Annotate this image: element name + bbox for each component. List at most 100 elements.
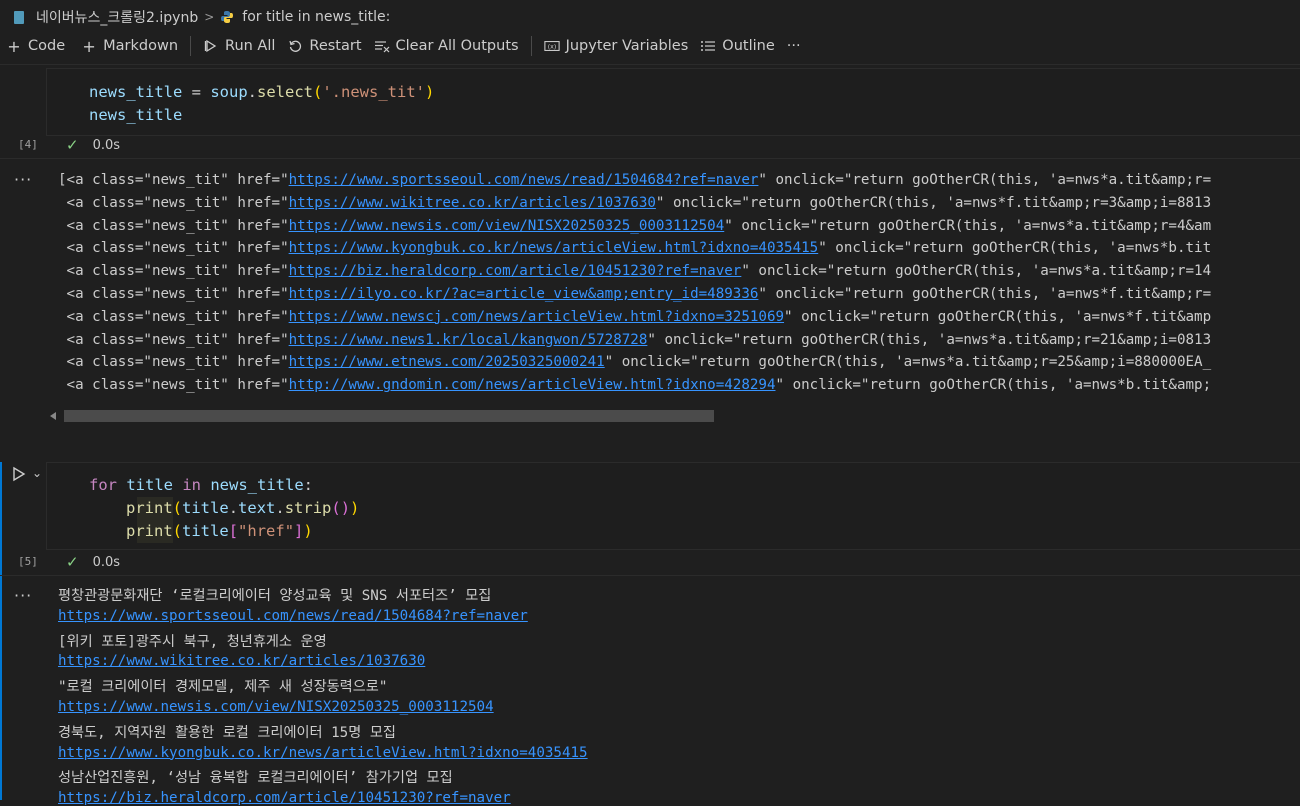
plus-icon: + <box>7 36 21 56</box>
more-actions-button[interactable]: ··· <box>781 34 807 58</box>
output-actions-button[interactable]: ··· <box>14 170 32 189</box>
run-cell-button[interactable] <box>11 466 27 482</box>
cell-status: ✓ 0.0s <box>66 136 120 154</box>
output-link[interactable]: https://www.kyongbuk.co.kr/news/articleV… <box>58 745 588 761</box>
output-link[interactable]: https://www.wikitree.co.kr/articles/1037… <box>58 653 425 669</box>
code-line: print(title.text.strip()) <box>126 499 359 517</box>
clear-all-icon <box>374 41 389 53</box>
breadcrumb-file[interactable]: 네이버뉴스_크롤링2.ipynb <box>36 7 198 27</box>
horizontal-scrollbar[interactable] <box>64 410 714 422</box>
code-cell-editor[interactable]: for title in news_title: print(title.tex… <box>46 462 1300 550</box>
code-token: strip <box>284 499 332 517</box>
code-token: ( <box>172 499 183 517</box>
output-link[interactable]: https://www.newsis.com/view/NISX20250325… <box>58 699 494 715</box>
success-check-icon: ✓ <box>66 553 79 571</box>
execution-count: [4] <box>18 138 38 151</box>
focused-cell-indicator <box>0 462 2 800</box>
code-token: = <box>182 83 211 101</box>
execution-count: [5] <box>18 555 38 568</box>
code-token: . <box>275 499 285 517</box>
output-line: <a class="news_tit" href="https://ilyo.c… <box>58 286 1212 302</box>
code-cell-editor[interactable]: news_title = soup.select('.news_tit') ne… <box>46 68 1300 136</box>
output-link[interactable]: https://biz.heraldcorp.com/article/10451… <box>58 790 511 806</box>
output-link[interactable]: https://www.news1.kr/local/kangwon/57287… <box>289 332 648 348</box>
chevron-down-icon[interactable]: ⌄ <box>32 466 42 480</box>
svg-text:(x): (x) <box>547 44 556 51</box>
output-link[interactable]: https://ilyo.co.kr/?ac=article_view&amp;… <box>289 286 759 302</box>
code-token: in <box>182 476 201 494</box>
toolbar-divider <box>190 36 192 56</box>
success-check-icon: ✓ <box>66 136 79 154</box>
output-line: <a class="news_tit" href="https://www.ne… <box>58 331 1212 348</box>
output-text: " onclick="return goOtherCR(this, 'a=nws… <box>724 217 1212 234</box>
add-markdown-label: Markdown <box>103 38 179 54</box>
output-text: <a class="news_tit" href=" <box>58 194 289 211</box>
output-link[interactable]: https://www.newsis.com/view/NISX20250325… <box>289 218 725 234</box>
output-line: <a class="news_tit" href="https://www.ne… <box>58 308 1212 325</box>
breadcrumb-cell[interactable]: for title in news_title: <box>242 9 390 25</box>
code-token: news_title <box>89 106 183 124</box>
output-line: <a class="news_tit" href="https://www.ne… <box>58 217 1212 234</box>
output-text: 평창관광문화재단 ‘로컬크리에이터 양성교육 및 SNS 서포터즈’ 모집 <box>58 588 492 604</box>
output-text: [<a class="news_tit" href=" <box>58 172 289 188</box>
code-token: "href" <box>238 522 295 540</box>
output-link[interactable]: https://www.sportsseoul.com/news/read/15… <box>58 608 528 624</box>
toolbar-border <box>0 64 1300 65</box>
output-link[interactable]: https://www.newscj.com/news/articleView.… <box>289 309 784 325</box>
more-icon: ··· <box>786 38 801 54</box>
output-text: <a class="news_tit" href=" <box>58 331 289 348</box>
outline-button[interactable]: Outline <box>694 34 780 58</box>
cell-status: ✓ 0.0s <box>66 553 120 571</box>
output-actions-button[interactable]: ··· <box>14 586 32 605</box>
output-text: " onclick="return goOtherCR(this, 'a=nws… <box>784 308 1212 325</box>
breadcrumb: 네이버뉴스_크롤링2.ipynb > for title in news_tit… <box>0 0 1300 34</box>
toolbar-divider <box>530 36 532 56</box>
code-token: title <box>182 499 229 517</box>
notebook-file-icon <box>14 10 24 24</box>
output-line: <a class="news_tit" href="https://www.ky… <box>58 240 1212 257</box>
code-token: print <box>126 499 173 517</box>
code-token: ( <box>172 522 183 540</box>
output-line: <a class="news_tit" href="https://www.et… <box>58 354 1212 371</box>
code-token: '.news_tit' <box>322 83 425 101</box>
code-token: () <box>331 499 351 517</box>
output-link[interactable]: https://biz.heraldcorp.com/article/10451… <box>289 263 742 279</box>
code-token: [ <box>228 522 239 540</box>
output-text: " onclick="return goOtherCR(this, 'a=nws… <box>604 354 1212 371</box>
code-line: print(title["href"]) <box>126 522 313 540</box>
notebook-toolbar: + Code + Markdown Run All Restart Clear … <box>0 34 1300 58</box>
output-text: " onclick="return goOtherCR(this, 'a=nws… <box>818 240 1212 257</box>
output-text: " onclick="return goOtherCR(this, 'a=nws… <box>741 263 1212 280</box>
output-line: [<a class="news_tit" href="https://www.s… <box>58 172 1211 188</box>
output-text: " onclick="return goOtherCR(this, 'a=nws… <box>758 286 1212 302</box>
output-link[interactable]: https://www.sportsseoul.com/news/read/15… <box>289 172 759 188</box>
code-token: . <box>228 499 239 517</box>
run-all-label: Run All <box>225 38 276 54</box>
clear-outputs-button[interactable]: Clear All Outputs <box>368 34 525 58</box>
code-token: news_title <box>201 476 304 494</box>
breadcrumb-separator: > <box>204 10 215 24</box>
scroll-left-arrow[interactable] <box>50 412 56 420</box>
output-text: " onclick="return goOtherCR(this, 'a=nws… <box>655 194 1212 211</box>
code-token: ) <box>425 83 435 101</box>
restart-button[interactable]: Restart <box>281 34 367 58</box>
output-text: <a class="news_tit" href=" <box>58 377 289 394</box>
execution-time: 0.0s <box>92 554 121 570</box>
output-link[interactable]: http://www.gndomin.com/news/articleView.… <box>289 377 776 393</box>
output-line: <a class="news_tit" href="http://www.gnd… <box>58 377 1212 394</box>
add-code-button[interactable]: + Code <box>0 34 71 58</box>
jupyter-variables-button[interactable]: (x) Jupyter Variables <box>538 34 695 58</box>
code-line: for title in news_title: <box>89 476 313 494</box>
output-link[interactable]: https://www.wikitree.co.kr/articles/1037… <box>289 195 656 211</box>
outline-icon <box>701 41 716 51</box>
add-markdown-button[interactable]: + Markdown <box>75 34 184 58</box>
code-line: news_title <box>89 106 182 124</box>
run-all-icon <box>204 39 217 53</box>
run-all-button[interactable]: Run All <box>197 34 281 58</box>
code-token: : <box>303 476 313 494</box>
output-link[interactable]: https://www.kyongbuk.co.kr/news/articleV… <box>289 240 819 256</box>
code-line: news_title = soup.select('.news_tit') <box>89 83 434 101</box>
output-text: 경북도, 지역자원 활용한 로컬 크리에이터 15명 모집 <box>58 724 396 741</box>
output-link[interactable]: https://www.etnews.com/20250325000241 <box>289 354 605 370</box>
code-token: soup <box>210 83 248 101</box>
